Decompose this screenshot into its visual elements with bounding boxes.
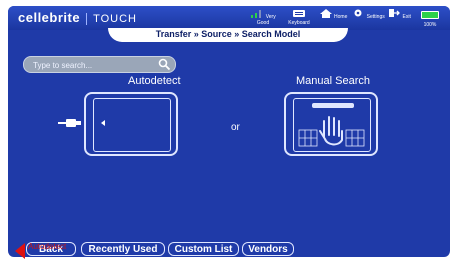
autodetect-option[interactable] (84, 92, 178, 156)
autodetect-label: Autodetect (128, 75, 181, 87)
battery-status: 100% (413, 8, 447, 30)
home-icon (319, 9, 332, 18)
manual-search-label: Manual Search (296, 75, 370, 87)
hand-pointer-icon (319, 116, 343, 146)
search-box[interactable] (23, 56, 176, 73)
battery-label: 100% (423, 22, 437, 28)
exit-icon (389, 9, 401, 17)
search-icon[interactable] (158, 58, 171, 71)
brand-name: cellebrite (18, 10, 81, 25)
keyboard-icon (293, 10, 305, 17)
product-name: TOUCH (93, 13, 138, 25)
vendors-button[interactable]: Vendors (242, 242, 294, 256)
bottom-bar: Back Recently Used Custom List Vendors (8, 242, 450, 257)
keyboard-screen-illustration (293, 98, 371, 152)
settings-button[interactable]: Settings (351, 8, 385, 30)
usb-cable-icon (58, 119, 81, 127)
battery-icon (421, 11, 439, 19)
exit-button[interactable]: Exit (382, 8, 416, 30)
signal-icon (251, 10, 262, 18)
keyboard-label: Keyboard (288, 20, 310, 26)
custom-list-button[interactable]: Custom List (168, 242, 239, 256)
top-bar: cellebrite TOUCH Very Good Keyboard Home … (8, 6, 450, 30)
manual-search-option[interactable] (284, 92, 378, 156)
breadcrumb: Transfer » Source » Search Model (108, 28, 348, 42)
signal-status: Very Good (246, 8, 280, 30)
settings-icon (354, 9, 362, 17)
tooltip: Autodetect (28, 242, 67, 251)
home-button[interactable]: Home (316, 8, 350, 30)
keyboard-button[interactable]: Keyboard (282, 8, 316, 30)
exit-label: Exit (402, 14, 411, 20)
or-label: or (231, 122, 240, 133)
home-label: Home (334, 14, 348, 20)
logo: cellebrite TOUCH (18, 10, 137, 25)
recently-used-button[interactable]: Recently Used (81, 242, 165, 256)
app-window: cellebrite TOUCH Very Good Keyboard Home … (8, 6, 450, 257)
connector-arrow-icon (101, 120, 105, 126)
pointer-arrow-icon (15, 243, 25, 259)
search-input[interactable] (31, 58, 155, 72)
